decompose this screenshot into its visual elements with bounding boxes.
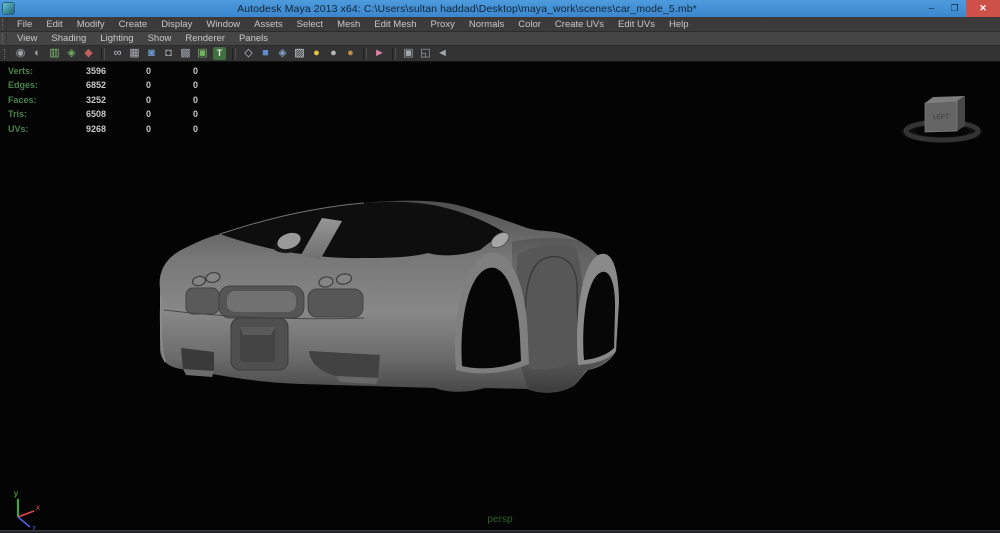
hud-row-uvs: UVs: 9268 0 0 — [8, 122, 198, 136]
select-camera-icon[interactable]: ◉ — [14, 47, 27, 60]
hud-value: 3252 — [78, 93, 106, 107]
safe-action-icon[interactable]: ▣ — [196, 47, 209, 60]
hud-value: 0 — [151, 78, 198, 92]
hud-value: 0 — [106, 122, 151, 136]
titlebar: Autodesk Maya 2013 x64: C:\Users\sultan … — [0, 0, 1000, 17]
hud-value: 0 — [151, 107, 198, 121]
menu-window[interactable]: Window — [199, 19, 247, 30]
close-button[interactable]: ✕ — [966, 0, 1000, 17]
maximize-button[interactable]: ❐ — [943, 0, 966, 17]
menu-edit[interactable]: Edit — [39, 19, 69, 30]
menu-file[interactable]: File — [10, 19, 39, 30]
textured-icon[interactable]: ▨ — [293, 47, 306, 60]
hud-value: 6508 — [78, 107, 106, 121]
menu-modify[interactable]: Modify — [70, 19, 112, 30]
toolbar-separator — [363, 48, 367, 60]
field-chart-icon[interactable]: ▩ — [179, 47, 192, 60]
hud-row-verts: Verts: 3596 0 0 — [8, 64, 198, 78]
frame-outline-icon[interactable]: ◱ — [419, 47, 432, 60]
output-connections-icon[interactable]: ◄ — [436, 47, 449, 60]
hud-value: 9268 — [78, 122, 106, 136]
use-all-lights-icon[interactable]: ● — [310, 47, 323, 60]
minimize-button[interactable]: – — [920, 0, 943, 17]
toolbar-grip — [4, 49, 9, 59]
gate-mask-icon[interactable]: ◘ — [162, 47, 175, 60]
maya-app-icon[interactable] — [3, 3, 14, 14]
hud-value: 0 — [106, 107, 151, 121]
image-plane-icon[interactable]: ◆ — [82, 47, 95, 60]
film-gate-icon[interactable]: ▦ — [128, 47, 141, 60]
car-model-mesh[interactable] — [150, 192, 625, 404]
panel-toolbar: ◉ ◐ ▥ ◈ ◆ ∞ ▦ ◙ ◘ ▩ ▣ T ◇ ■ ◈ ▨ ● ● ● ► … — [0, 46, 1000, 62]
hud-label: Faces: — [8, 93, 78, 107]
shaded-cube-icon[interactable]: ▣ — [402, 47, 415, 60]
menu-select[interactable]: Select — [290, 19, 330, 30]
maya-window: Autodesk Maya 2013 x64: C:\Users\sultan … — [0, 0, 1000, 533]
menu-color[interactable]: Color — [511, 19, 548, 30]
hud-value: 0 — [106, 93, 151, 107]
viewport-persp[interactable]: Verts: 3596 0 0 Edges: 6852 0 0 Faces: 3… — [0, 62, 1000, 530]
safe-title-icon[interactable]: T — [213, 47, 226, 60]
toolbar-separator — [232, 48, 236, 60]
panel-menu-panels[interactable]: Panels — [232, 33, 275, 44]
view-cube-face-label: LEFT — [933, 114, 949, 121]
panel-menu-bar: View Shading Lighting Show Renderer Pane… — [0, 32, 1000, 46]
isolate-select-icon[interactable]: ► — [373, 47, 386, 60]
menu-edit-mesh[interactable]: Edit Mesh — [367, 19, 423, 30]
panel-menu-renderer[interactable]: Renderer — [178, 33, 232, 44]
hud-value: 0 — [106, 78, 151, 92]
hud-row-faces: Faces: 3252 0 0 — [8, 93, 198, 107]
hud-value: 0 — [106, 64, 151, 78]
menu-assets[interactable]: Assets — [247, 19, 290, 30]
menu-proxy[interactable]: Proxy — [424, 19, 462, 30]
panel-menu-show[interactable]: Show — [141, 33, 179, 44]
menu-help[interactable]: Help — [662, 19, 696, 30]
smooth-shade-icon[interactable]: ■ — [259, 47, 272, 60]
hud-label: Verts: — [8, 64, 78, 78]
toolbar-separator — [392, 48, 396, 60]
wireframe-icon[interactable]: ◇ — [242, 47, 255, 60]
menu-create-uvs[interactable]: Create UVs — [548, 19, 611, 30]
panel-menu-shading[interactable]: Shading — [44, 33, 93, 44]
hud-row-edges: Edges: 6852 0 0 — [8, 78, 198, 92]
menu-create[interactable]: Create — [112, 19, 155, 30]
resolution-gate-icon[interactable]: ◙ — [145, 47, 158, 60]
toolbar-separator — [101, 48, 105, 60]
main-menu-bar: File Edit Modify Create Display Window A… — [0, 17, 1000, 32]
panel-menu-view[interactable]: View — [10, 33, 44, 44]
bookmarks-icon[interactable]: ◈ — [65, 47, 78, 60]
axis-y-label: y — [14, 489, 18, 498]
window-controls: – ❐ ✕ — [920, 0, 1000, 17]
hud-label: UVs: — [8, 122, 78, 136]
wireframe-on-shaded-icon[interactable]: ◈ — [276, 47, 289, 60]
hud-value: 0 — [151, 122, 198, 136]
menu-mesh[interactable]: Mesh — [330, 19, 367, 30]
hud-value: 0 — [151, 64, 198, 78]
camera-label: persp — [430, 514, 570, 525]
view-cube[interactable]: LEFT — [895, 86, 995, 148]
ambient-occlusion-icon[interactable]: ● — [344, 47, 357, 60]
menu-normals[interactable]: Normals — [462, 19, 511, 30]
shadows-icon[interactable]: ● — [327, 47, 340, 60]
menu-display[interactable]: Display — [154, 19, 199, 30]
hud-label: Edges: — [8, 78, 78, 92]
hud-value: 0 — [151, 93, 198, 107]
hud-value: 3596 — [78, 64, 106, 78]
menu-edit-uvs[interactable]: Edit UVs — [611, 19, 662, 30]
menu-grip — [2, 19, 7, 29]
poly-count-hud: Verts: 3596 0 0 Edges: 6852 0 0 Faces: 3… — [8, 64, 198, 136]
2d-pan-zoom-icon[interactable]: ∞ — [111, 47, 124, 60]
hud-value: 6852 — [78, 78, 106, 92]
axis-x-label: x — [36, 503, 40, 512]
panel-menu-lighting[interactable]: Lighting — [93, 33, 140, 44]
hud-row-tris: Tris: 6508 0 0 — [8, 107, 198, 121]
window-title: Autodesk Maya 2013 x64: C:\Users\sultan … — [14, 3, 920, 15]
hud-label: Tris: — [8, 107, 78, 121]
panel-menu-grip — [2, 34, 7, 44]
camera-attributes-icon[interactable]: ▥ — [48, 47, 61, 60]
lock-camera-icon[interactable]: ◐ — [31, 47, 44, 60]
axis-gizmo: y x z — [4, 486, 48, 532]
